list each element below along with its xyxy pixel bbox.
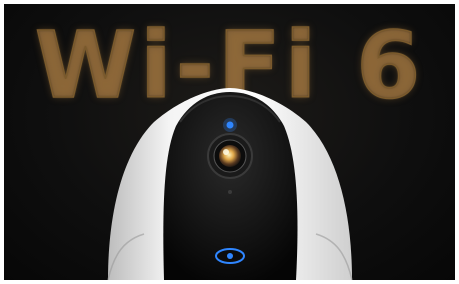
product-photo: Wi-Fi 6 Wi-Fi 6 bbox=[4, 4, 455, 280]
security-camera bbox=[107, 88, 353, 280]
microphone-hole bbox=[228, 190, 232, 194]
photo-frame: Wi-Fi 6 Wi-Fi 6 bbox=[0, 0, 459, 284]
camera-lens bbox=[219, 145, 241, 167]
